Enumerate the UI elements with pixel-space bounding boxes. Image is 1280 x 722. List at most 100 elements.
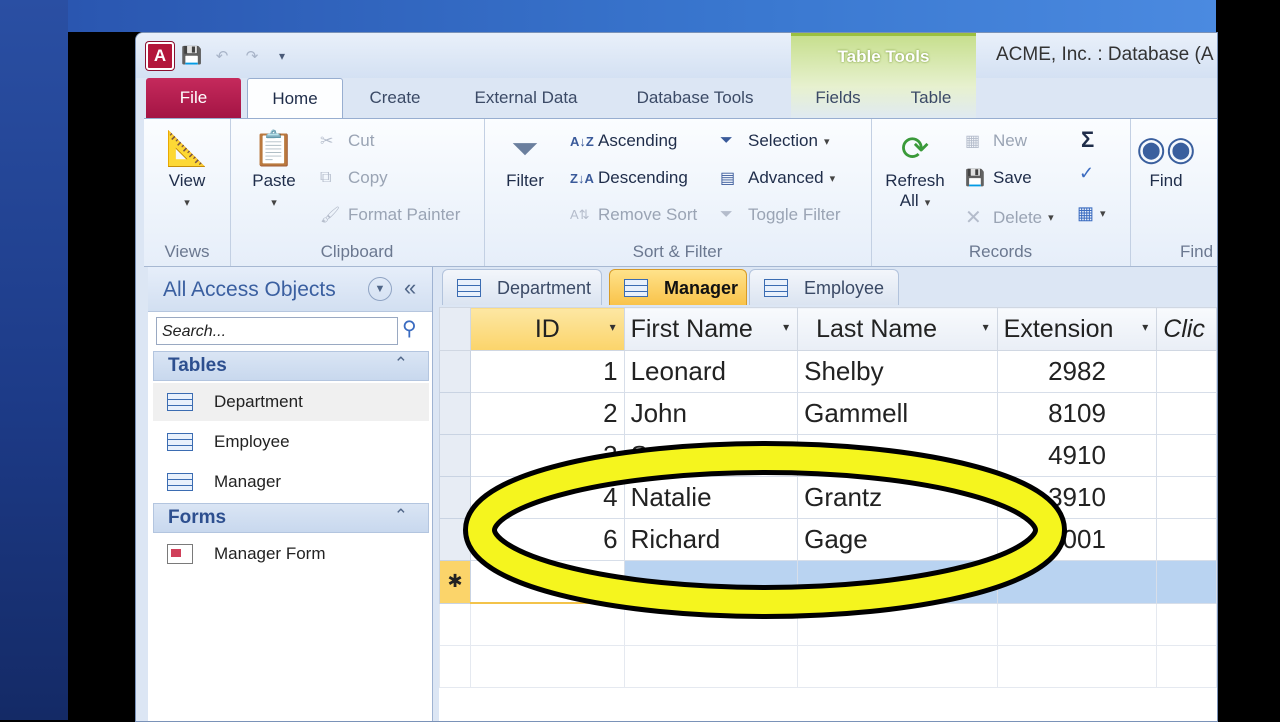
tab-external-data[interactable]: External Data	[458, 78, 594, 118]
chevron-down-icon[interactable]: ▾	[983, 320, 989, 334]
descending-button[interactable]: Z↓A Descending	[570, 168, 688, 188]
table-row[interactable]: 4 Natalie Grantz 3910	[438, 476, 1217, 519]
cell-id[interactable]: 4	[470, 476, 625, 519]
cell-extension[interactable]: 2982	[996, 350, 1158, 393]
nav-section-label: Tables	[168, 355, 227, 376]
cell-id-new[interactable]	[470, 560, 625, 604]
new-record-marker: ✱	[438, 560, 472, 604]
nav-search-input[interactable]: Search...	[156, 317, 398, 345]
cell-empty[interactable]	[1156, 392, 1217, 435]
cell-empty[interactable]	[1156, 434, 1217, 477]
cell-extension[interactable]: 8109	[996, 392, 1158, 435]
access-app-icon[interactable]: A	[146, 42, 174, 70]
table-row[interactable]: 2 John Gammell 8109	[438, 392, 1217, 435]
row-selector[interactable]	[438, 434, 472, 477]
new-record-row[interactable]: ✱	[438, 560, 1217, 604]
nav-item-department[interactable]: Department	[153, 383, 429, 421]
row-selector[interactable]	[438, 350, 472, 393]
table-row[interactable]: 6 Richard Gage 2001	[438, 518, 1217, 561]
totals-button[interactable]: Σ	[1081, 127, 1094, 153]
chevron-down-icon[interactable]: ▾	[1142, 320, 1148, 334]
tab-create[interactable]: Create	[351, 78, 439, 118]
tab-table[interactable]: Table	[896, 78, 966, 118]
refresh-all-button[interactable]: ⟳ Refresh All ▾	[879, 127, 951, 211]
table-row[interactable]: 3 S bi 4910	[438, 434, 1217, 477]
column-header-extension[interactable]: Extension ▾	[996, 307, 1158, 351]
context-group-label: Table Tools	[837, 47, 930, 66]
cell-empty-new[interactable]	[1156, 560, 1217, 604]
cell-last-name[interactable]: Grantz	[797, 476, 998, 519]
cell-empty[interactable]	[1156, 518, 1217, 561]
collapse-pane-icon[interactable]: «	[404, 275, 416, 301]
row-selector[interactable]	[438, 518, 472, 561]
format-painter-button[interactable]: 🖌 Format Painter	[320, 205, 460, 225]
undo-icon[interactable]: ↶	[210, 44, 234, 68]
doc-tab-employee[interactable]: Employee	[749, 269, 899, 305]
cell-first-name[interactable]: Richard	[623, 518, 799, 561]
nav-section-forms[interactable]: Forms ⌃	[153, 503, 429, 533]
cell-extension-new[interactable]	[996, 560, 1158, 604]
save-record-button[interactable]: 💾 Save	[965, 168, 1032, 188]
new-record-button[interactable]: ▦ New	[965, 131, 1027, 151]
chevron-down-icon[interactable]: ▾	[610, 320, 616, 334]
tab-fields[interactable]: Fields	[801, 78, 875, 118]
row-selector[interactable]	[438, 392, 472, 435]
chevron-down-icon[interactable]: ▾	[783, 320, 789, 334]
nav-item-manager-form[interactable]: Manager Form	[153, 535, 429, 573]
cell-extension[interactable]: 3910	[996, 476, 1158, 519]
tab-home[interactable]: Home	[247, 78, 343, 119]
search-icon[interactable]: ⚲	[402, 316, 417, 341]
view-button[interactable]: 📐 View ▾	[150, 127, 224, 211]
advanced-button[interactable]: ▤ Advanced ▾	[720, 168, 835, 188]
cell-last-name[interactable]: Gammell	[797, 392, 998, 435]
column-header-id[interactable]: ID ▾	[470, 307, 625, 351]
nav-item-manager[interactable]: Manager	[153, 463, 429, 501]
delete-record-button[interactable]: ✕ Delete ▾	[965, 205, 1054, 230]
cell-id[interactable]: 1	[470, 350, 625, 393]
cell-extension[interactable]: 2001	[996, 518, 1158, 561]
chevron-down-icon[interactable]: ▼	[368, 277, 392, 301]
tab-database-tools[interactable]: Database Tools	[620, 78, 770, 118]
table-row[interactable]: 1 Leonard Shelby 2982	[438, 350, 1217, 393]
ascending-button[interactable]: A↓Z Ascending	[570, 131, 677, 151]
nav-pane-title[interactable]: All Access Objects	[163, 278, 336, 302]
customize-toolbar-icon[interactable]: ▾	[270, 44, 294, 68]
find-button[interactable]: ◉◉ Find	[1136, 127, 1196, 191]
column-header-first-name[interactable]: First Name ▾	[623, 307, 799, 351]
cell-first-name[interactable]: S	[623, 434, 799, 477]
selection-button[interactable]: ⏷ Selection ▾	[720, 131, 829, 151]
paste-button[interactable]: 📋 Paste ▾	[238, 127, 310, 211]
cell-last-name[interactable]: Gage	[797, 518, 998, 561]
cell-id[interactable]: 2	[470, 392, 625, 435]
row-selector[interactable]	[438, 476, 472, 519]
toggle-filter-button[interactable]: ⏷ Toggle Filter	[720, 205, 841, 225]
cell-last-name[interactable]: bi	[797, 434, 998, 477]
cell-id[interactable]: 6	[470, 518, 625, 561]
doc-tab-department[interactable]: Department	[442, 269, 602, 305]
cell-first-name[interactable]: Leonard	[623, 350, 799, 393]
cell-first-name[interactable]: John	[623, 392, 799, 435]
cell-empty[interactable]	[1156, 476, 1217, 519]
cell-last-name[interactable]: Shelby	[797, 350, 998, 393]
column-header-last-name[interactable]: Last Name ▾	[797, 307, 998, 351]
redo-icon[interactable]: ↷	[240, 44, 264, 68]
select-all-cell[interactable]	[438, 307, 472, 351]
cell-extension[interactable]: 4910	[996, 434, 1158, 477]
column-header-click-to-add[interactable]: Clic	[1156, 307, 1217, 351]
cell-first-name[interactable]: Natalie	[623, 476, 799, 519]
nav-section-tables[interactable]: Tables ⌃	[153, 351, 429, 381]
cell-empty[interactable]	[1156, 350, 1217, 393]
cell-last-name-new[interactable]	[797, 560, 998, 604]
cell-first-name-new[interactable]	[623, 560, 799, 604]
cell-id[interactable]: 3	[470, 434, 625, 477]
more-records-icon[interactable]: ▦ ▾	[1077, 203, 1106, 224]
nav-item-employee[interactable]: Employee	[153, 423, 429, 461]
spelling-icon[interactable]: ✓	[1079, 163, 1094, 184]
tab-file[interactable]: File	[146, 78, 241, 118]
filter-button[interactable]: ⏷ Filter	[490, 127, 560, 191]
copy-button[interactable]: ⧉ Copy	[320, 168, 388, 188]
cut-button[interactable]: ✂ Cut	[320, 131, 374, 151]
remove-sort-button[interactable]: A⇅ Remove Sort	[570, 205, 697, 225]
doc-tab-manager[interactable]: Manager	[609, 269, 747, 305]
save-icon[interactable]: 💾	[180, 44, 204, 68]
